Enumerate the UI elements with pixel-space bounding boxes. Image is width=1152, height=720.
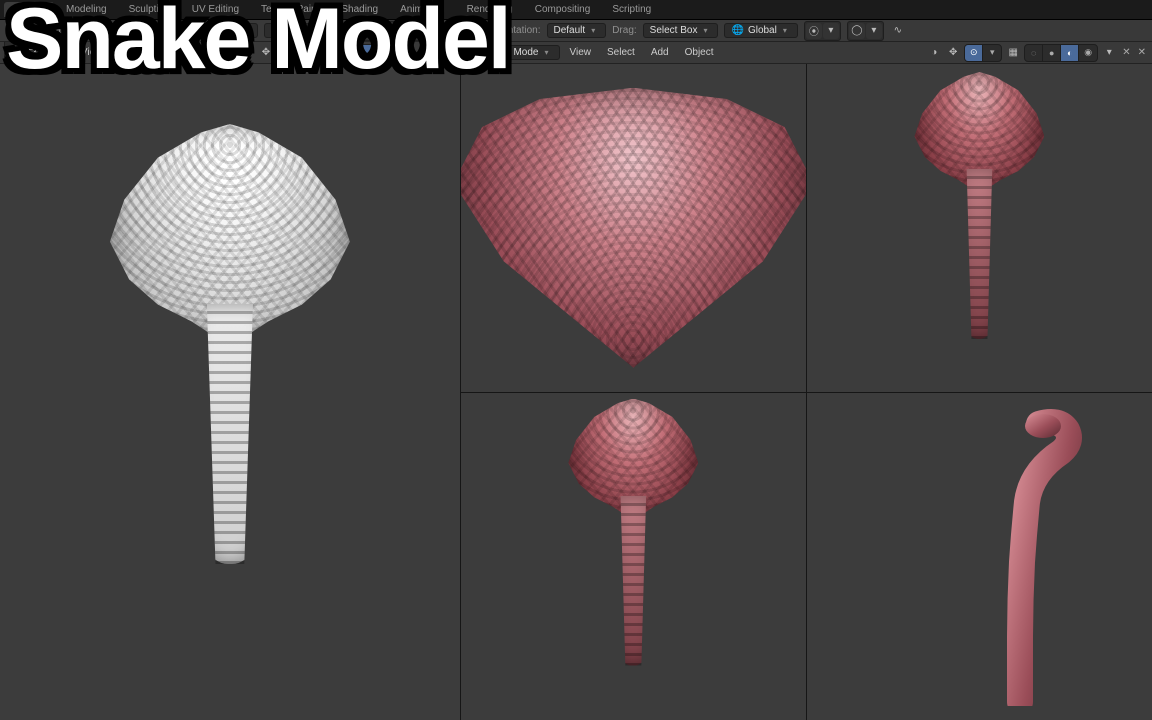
shading-rendered-icon[interactable]: ◉	[1079, 45, 1097, 61]
shading-solid-icon[interactable]: ●	[356, 45, 374, 61]
model-cobra-persp	[914, 72, 1044, 339]
overlay-pill-right: ⊙ ▾	[964, 44, 1002, 62]
orientation-dropdown-left[interactable]: Default	[86, 23, 146, 38]
close-icon[interactable]: ✕	[1120, 47, 1132, 58]
workspace-tab-modeling[interactable]: Modeling	[56, 2, 117, 17]
viewport-menu-add-right[interactable]: Add	[645, 45, 675, 60]
workspace-tab-shading[interactable]: Shading	[331, 2, 388, 17]
overlay-toggle-icon[interactable]: ⊙	[965, 45, 983, 61]
transform-space-left[interactable]: 🌐 Global	[264, 23, 337, 38]
globe-icon: 🌐	[731, 25, 743, 36]
tool-options-bar: ✛ Orientation: Default Drag: Select Box …	[0, 20, 1152, 42]
proportional-group-left[interactable]: ◯ ▾	[386, 21, 423, 41]
magnet-icon[interactable]: ⦿	[345, 23, 361, 39]
viewport-menu-object-left[interactable]: Object	[190, 45, 231, 60]
snap-target-icon[interactable]: ▾	[362, 23, 378, 39]
drag-dropdown-left[interactable]: Select Box	[182, 23, 258, 38]
close-icon[interactable]: ✕	[1136, 47, 1148, 58]
shading-options-icon[interactable]: ▾	[414, 45, 430, 61]
drag-label-right: Drag:	[612, 25, 636, 36]
quad-view-persp[interactable]	[807, 64, 1152, 392]
gizmo-toggle-icon[interactable]: ✥	[258, 45, 274, 61]
magnet-icon[interactable]: ⦿	[806, 23, 822, 39]
viewport-menu-view-right[interactable]: View	[564, 45, 598, 60]
viewport-right-quad	[461, 64, 1152, 720]
drag-dropdown-right[interactable]: Select Box	[643, 23, 719, 38]
transform-space-right[interactable]: 🌐 Global	[724, 23, 797, 38]
shading-rendered-icon[interactable]: ◉	[392, 45, 410, 61]
overlay-pill-left: ⊙ ▾	[277, 44, 315, 62]
workspace-tab-texture[interactable]: Texture Paint	[251, 2, 329, 17]
orientation-label-left: Orientation:	[28, 25, 80, 36]
interaction-mode-dropdown-left[interactable]: Object Mode	[4, 42, 71, 66]
model-cobra-white	[110, 124, 350, 564]
proportional-edit-icon[interactable]: ◯	[388, 23, 404, 39]
viewport-left-header: Object Mode View Select Add Object ◑ ✥ ⊙…	[0, 42, 460, 64]
viewport-menu-view-left[interactable]: View	[75, 45, 109, 60]
workspace-tab-rendering[interactable]: Rendering	[457, 2, 523, 17]
viewport-left[interactable]: Object Mode View Select Add Object ◑ ✥ ⊙…	[0, 42, 461, 720]
transform-space-value-left: Global	[287, 25, 316, 36]
header-right-cluster-left: ◑ ✥ ⊙ ▾ ▦ ◌ ● ◐ ◉ ▾ ✕ ✕	[239, 44, 461, 62]
proportional-falloff-icon[interactable]: ▾	[405, 23, 421, 39]
workspace-tab-strip: Layout Modeling Sculpting UV Editing Tex…	[0, 0, 1152, 20]
gizmo-toggle-icon[interactable]: ✥	[945, 45, 961, 61]
shading-solid-icon[interactable]: ●	[1043, 45, 1061, 61]
overlay-toggle-icon[interactable]: ⊙	[278, 45, 296, 61]
header-right-cluster-right: ◑ ✥ ⊙ ▾ ▦ ◌ ● ◐ ◉ ▾ ✕ ✕	[926, 44, 1148, 62]
viewport-right[interactable]: Object Mode View Select Add Object ◑ ✥ ⊙…	[461, 42, 1152, 720]
transform-space-value-right: Global	[748, 25, 777, 36]
workspace-tab-sculpting[interactable]: Sculpting	[119, 2, 180, 17]
workspace-tab-animation[interactable]: Animation	[390, 2, 454, 17]
viewport-menu-add-left[interactable]: Add	[156, 45, 186, 60]
shading-matprev-icon[interactable]: ◐	[374, 45, 392, 61]
curve-icon[interactable]: ∿	[890, 23, 906, 39]
close-icon[interactable]: ✕	[433, 47, 445, 58]
orientation-dropdown-right[interactable]: Default	[547, 23, 607, 38]
proportional-edit-icon[interactable]: ◯	[849, 23, 865, 39]
drag-label-left: Drag:	[151, 25, 175, 36]
model-cobra-side	[869, 406, 1089, 706]
workspace-tab-scripting[interactable]: Scripting	[602, 2, 661, 17]
model-cobra-top	[461, 88, 806, 368]
shading-wireframe-icon[interactable]: ◌	[1025, 45, 1043, 61]
cursor-tool-icon[interactable]: ✛	[6, 23, 22, 39]
close-icon[interactable]: ✕	[448, 47, 460, 58]
shading-matprev-icon[interactable]: ◐	[1061, 45, 1079, 61]
workspace-tab-layout[interactable]: Layout	[4, 2, 54, 17]
shading-wireframe-icon[interactable]: ◌	[338, 45, 356, 61]
xray-toggle-icon[interactable]: ▦	[1005, 45, 1021, 61]
quad-view-side[interactable]	[807, 393, 1152, 720]
overlay-options-icon[interactable]: ▾	[983, 45, 1001, 61]
proportional-falloff-icon[interactable]: ▾	[866, 23, 882, 39]
viewport-menu-select-right[interactable]: Select	[601, 45, 641, 60]
snap-group-right[interactable]: ⦿ ▾	[804, 21, 841, 41]
interaction-mode-dropdown-right[interactable]: Object Mode	[465, 45, 560, 60]
orientation-label-right: Orientation:	[489, 25, 541, 36]
shading-options-icon[interactable]: ▾	[1101, 45, 1117, 61]
quad-view-front[interactable]	[461, 393, 806, 720]
proportional-group-right[interactable]: ◯ ▾	[847, 21, 884, 41]
globe-icon: 🌐	[271, 25, 283, 36]
viewport-left-canvas[interactable]	[0, 64, 460, 720]
viewport-right-header: Object Mode View Select Add Object ◑ ✥ ⊙…	[461, 42, 1152, 64]
snap-target-icon[interactable]: ▾	[823, 23, 839, 39]
shading-mode-pill-right: ◌ ● ◐ ◉	[1024, 44, 1098, 62]
workspace-tab-compositing[interactable]: Compositing	[525, 2, 601, 17]
cursor-tool-icon-right[interactable]: ✛	[467, 23, 483, 39]
selectability-icon[interactable]: ◑	[926, 45, 942, 61]
shading-mode-pill-left: ◌ ● ◐ ◉	[337, 44, 411, 62]
workspace-tab-uv-editing[interactable]: UV Editing	[182, 2, 249, 17]
quad-view-top[interactable]	[461, 64, 806, 392]
selectability-icon[interactable]: ◑	[239, 45, 255, 61]
xray-toggle-icon[interactable]: ▦	[318, 45, 334, 61]
viewport-menu-object-right[interactable]: Object	[679, 45, 720, 60]
model-cobra-front	[568, 399, 698, 666]
viewport-menu-select-left[interactable]: Select	[112, 45, 152, 60]
overlay-options-icon[interactable]: ▾	[296, 45, 314, 61]
snap-group-left[interactable]: ⦿ ▾	[343, 21, 380, 41]
